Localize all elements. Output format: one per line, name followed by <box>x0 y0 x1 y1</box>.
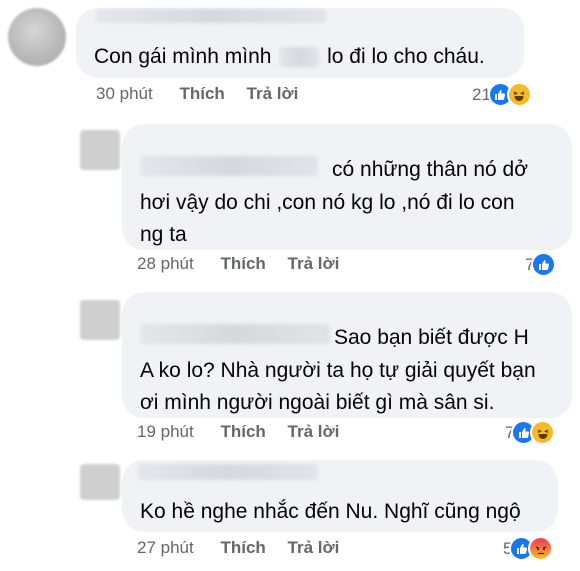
comment-text-line: có những thân nó dở <box>332 158 528 181</box>
comment-text-line: ng ta <box>140 223 187 246</box>
like-link[interactable]: Thích <box>220 422 265 442</box>
like-link[interactable]: Thích <box>220 538 265 558</box>
reply-link[interactable]: Trả lời <box>288 422 340 442</box>
comment-actions: 30 phút Thích Trả lời <box>96 84 298 104</box>
reactions-summary[interactable]: 7 <box>505 420 556 445</box>
comment-text-part: lo đi lo cho cháu. <box>327 45 485 68</box>
comment-actions: 28 phút Thích Trả lời <box>137 254 339 274</box>
reply-link[interactable]: Trả lời <box>288 538 340 558</box>
reply-link[interactable]: Trả lời <box>247 84 299 104</box>
reactions-summary[interactable]: 7 <box>525 252 557 277</box>
comment-time[interactable]: 30 phút <box>96 84 153 104</box>
reactions-summary[interactable]: 5 <box>503 536 554 561</box>
comment-1: Con gái mình mình lo đi lo cho cháu. 30 … <box>0 0 580 110</box>
name-blurred[interactable] <box>96 9 326 23</box>
comment-text: Con gái mình mình lo đi lo cho cháu. <box>94 41 485 72</box>
haha-icon <box>530 420 556 445</box>
name-blurred[interactable] <box>140 324 330 344</box>
like-link[interactable]: Thích <box>220 254 265 274</box>
comment-text-line: hơi vậy do chi ,con nó kg lo ,nó đi lo c… <box>140 191 515 214</box>
comment-2: có những thân nó dở hơi vậy do chi ,con … <box>0 118 580 286</box>
comment-bubble: có những thân nó dở hơi vậy do chi ,con … <box>122 124 572 250</box>
commenter-avatar[interactable] <box>8 8 66 66</box>
comment-time[interactable]: 27 phút <box>137 538 194 558</box>
comment-text-line: ơi mình người ngoài biết gì mà sân si. <box>140 391 495 414</box>
comment-4: Ko hề nghe nhắc đến Nu. Nghĩ cũng ngộ 27… <box>0 456 580 571</box>
comment-time[interactable]: 28 phút <box>137 254 194 274</box>
comment-3: Sao bạn biết được H A ko lo? Nhà người t… <box>0 288 580 456</box>
name-blurred[interactable] <box>140 156 318 176</box>
commenter-avatar[interactable] <box>80 130 120 170</box>
comment-text-part: Con gái mình mình <box>94 45 272 68</box>
comment-text-line: Ko hề nghe nhắc đến Nu. Nghĩ cũng ngộ <box>140 500 521 523</box>
reactions-summary[interactable]: 21 <box>472 82 532 107</box>
name-blurred[interactable] <box>138 464 318 480</box>
like-icon <box>531 252 557 277</box>
comment-text-line: Sao bạn biết được H <box>334 326 529 349</box>
angry-icon <box>528 536 554 561</box>
like-link[interactable]: Thích <box>179 84 224 104</box>
reply-link[interactable]: Trả lời <box>288 254 340 274</box>
comment-text-line: A ko lo? Nhà người ta họ tự giải quyết b… <box>140 359 536 382</box>
comment-actions: 19 phút Thích Trả lời <box>137 422 339 442</box>
comment-bubble: Sao bạn biết được H A ko lo? Nhà người t… <box>122 292 572 418</box>
comment-bubble: Ko hề nghe nhắc đến Nu. Nghĩ cũng ngộ <box>122 460 558 532</box>
comment-bubble: Con gái mình mình lo đi lo cho cháu. <box>76 8 524 78</box>
mention-blurred[interactable] <box>279 47 320 68</box>
commenter-avatar[interactable] <box>80 464 120 500</box>
commenter-avatar[interactable] <box>80 300 120 340</box>
comment-actions: 27 phút Thích Trả lời <box>137 538 339 558</box>
haha-icon <box>506 82 532 107</box>
comment-time[interactable]: 19 phút <box>137 422 194 442</box>
